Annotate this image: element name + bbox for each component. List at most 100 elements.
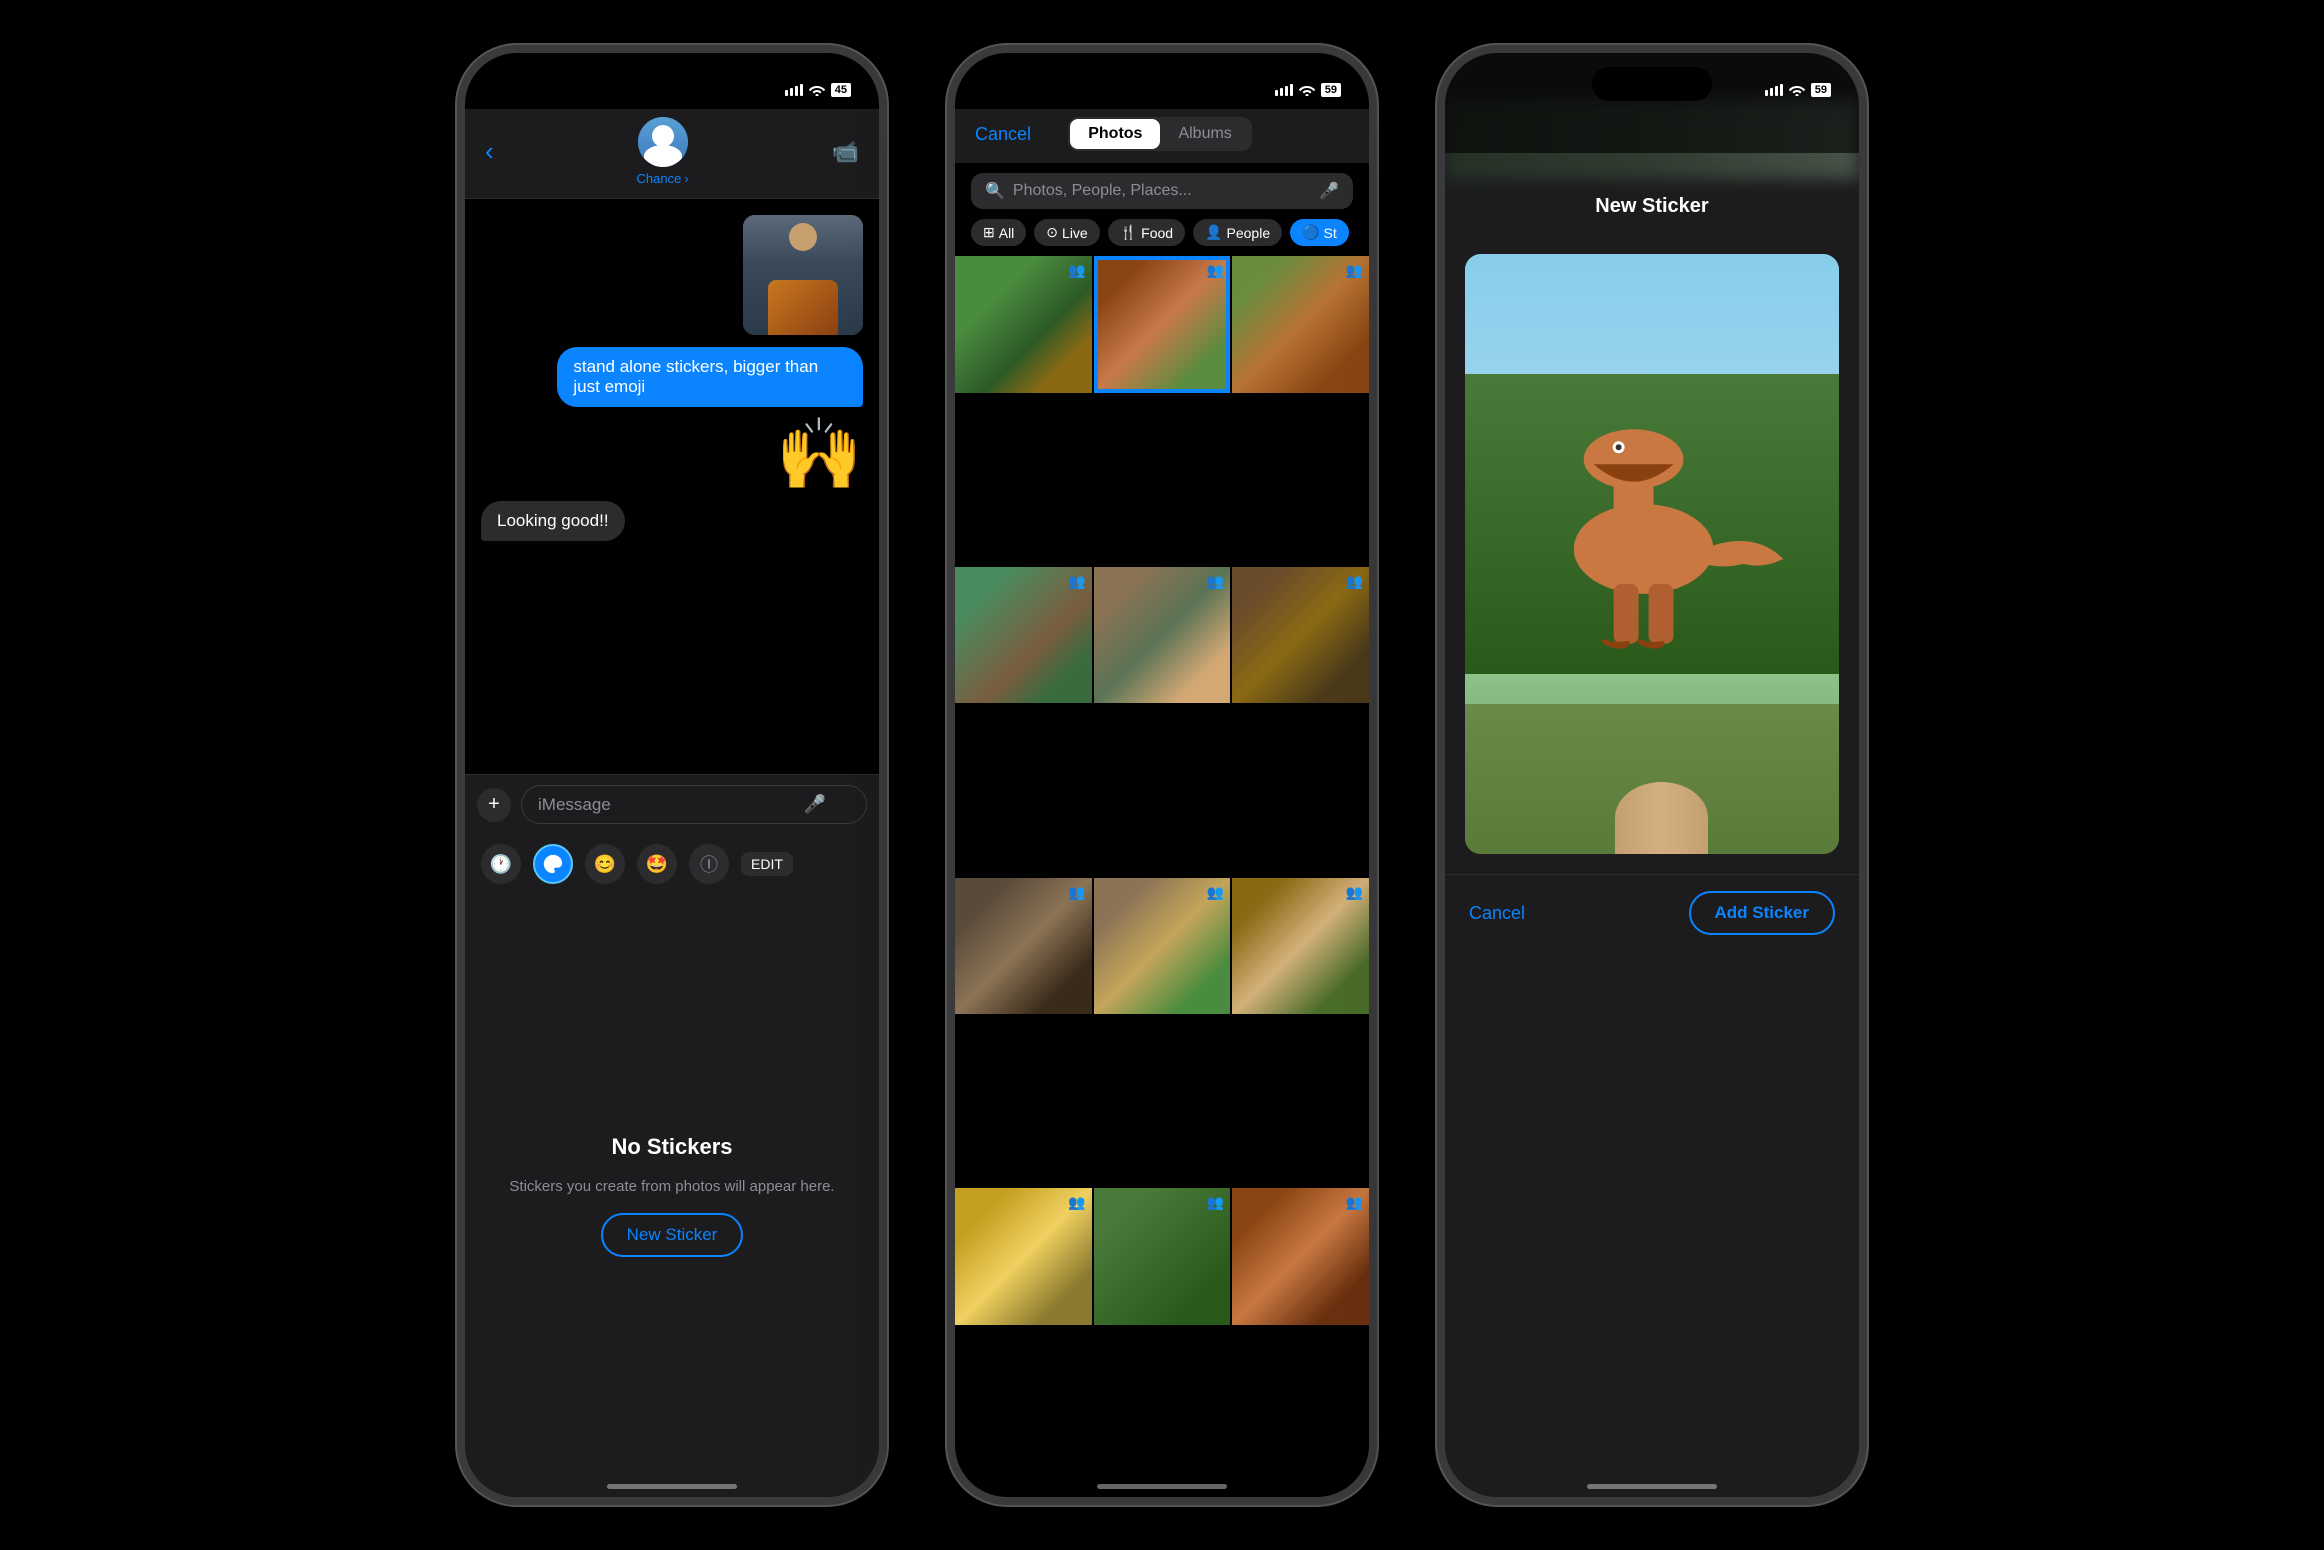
photo-cell-9[interactable]: 👥 (1232, 878, 1369, 1015)
people-badge-4: 👥 (1068, 573, 1085, 590)
emoji-icon-btn[interactable]: 😊 (585, 844, 625, 884)
add-sticker-button[interactable]: Add Sticker (1689, 891, 1835, 935)
food-icon: 🍴 (1120, 224, 1137, 241)
photo-cell-5[interactable]: 👥 (1094, 567, 1231, 704)
appstore-icon-btn[interactable]: Ⓘ (689, 844, 729, 884)
signal-icon-3 (1765, 84, 1783, 96)
contact-avatar[interactable] (638, 117, 688, 167)
photo-cell-6[interactable]: 👥 (1232, 567, 1369, 704)
filter-people[interactable]: 👤 People (1193, 219, 1282, 246)
people-badge-5: 👥 (1207, 573, 1224, 590)
tab-albums[interactable]: Albums (1160, 119, 1249, 149)
people-badge-3: 👥 (1346, 262, 1363, 279)
photo-cell-11[interactable]: 👥 (1094, 1188, 1231, 1325)
tab-photos[interactable]: Photos (1070, 119, 1160, 149)
filter-stickers[interactable]: 🔵 St (1290, 219, 1349, 246)
people-badge-11: 👥 (1207, 1194, 1224, 1211)
photo-cell-8[interactable]: 👥 (1094, 878, 1231, 1015)
people-badge-9: 👥 (1346, 884, 1363, 901)
phone-1: 45 ‹ Chance › 📹 (457, 45, 887, 1505)
plus-button[interactable]: + (477, 788, 511, 822)
photo-grid: 👥 👥 👥 👥 👥 👥 👥 (955, 256, 1369, 1497)
filter-live[interactable]: ⊙ Live (1034, 219, 1099, 246)
phone2-screen: 59 Cancel Photos Albums 🔍 Photos, People… (955, 53, 1369, 1497)
home-indicator-1 (607, 1484, 737, 1489)
photo-cell-2[interactable]: 👥 (1094, 256, 1231, 393)
search-icon-2: 🔍 (985, 181, 1005, 201)
wifi-icon (809, 84, 825, 96)
all-icon: ⊞ (983, 224, 995, 241)
preview-cancel-button[interactable]: Cancel (1469, 903, 1525, 924)
memoji-icon-btn[interactable]: 🤩 (637, 844, 677, 884)
people-badge-1: 👥 (1068, 262, 1085, 279)
picker-cancel-button[interactable]: Cancel (975, 124, 1031, 145)
sticker-icon-btn[interactable] (533, 844, 573, 884)
chat-area: stand alone stickers, bigger than just e… (465, 199, 879, 774)
battery-3: 59 (1811, 83, 1831, 97)
no-stickers-desc: Stickers you create from photos will app… (509, 1176, 834, 1197)
raised-hands-sticker: 🙌 (776, 419, 863, 489)
preview-footer: Cancel Add Sticker (1445, 874, 1859, 965)
battery-2: 59 (1321, 83, 1341, 97)
phone1-screen: 45 ‹ Chance › 📹 (465, 53, 879, 1497)
people-icon: 👤 (1205, 224, 1222, 241)
filter-all[interactable]: ⊞ All (971, 219, 1026, 246)
mic-icon-2[interactable]: 🎤 (1319, 181, 1339, 201)
mic-icon[interactable]: 🎤 (804, 794, 826, 815)
sticker-icon (542, 853, 564, 875)
people-badge-6: 👥 (1346, 573, 1363, 590)
status-icons-3: 59 (1765, 83, 1831, 97)
message-input-field[interactable]: iMessage 🎤 (521, 785, 867, 824)
message-text-2: Looking good!! (497, 511, 609, 530)
battery-1: 45 (831, 83, 851, 97)
dynamic-island-1 (612, 67, 732, 101)
back-button[interactable]: ‹ (485, 136, 494, 167)
no-stickers-title: No Stickers (611, 1134, 732, 1160)
photo-cell-7[interactable]: 👥 (955, 878, 1092, 1015)
signal-icon-2 (1275, 84, 1293, 96)
live-label: Live (1062, 225, 1088, 241)
raised-hands-emoji: 🙌 (776, 419, 863, 489)
trex-scene (1465, 254, 1839, 854)
photo-cell-12[interactable]: 👥 (1232, 1188, 1369, 1325)
search-placeholder: Photos, People, Places... (1013, 182, 1192, 200)
people-badge-8: 👥 (1207, 884, 1224, 901)
message-text-1: stand alone stickers, bigger than just e… (573, 357, 818, 396)
picker-header: Cancel Photos Albums (955, 109, 1369, 163)
phone-2: 59 Cancel Photos Albums 🔍 Photos, People… (947, 45, 1377, 1505)
dynamic-island-3 (1592, 67, 1712, 101)
photo-cell-4[interactable]: 👥 (955, 567, 1092, 704)
status-icons-2: 59 (1275, 83, 1341, 97)
edit-button[interactable]: EDIT (741, 852, 793, 876)
preview-image-area (1465, 254, 1839, 854)
sticker-empty-area: No Stickers Stickers you create from pho… (465, 894, 879, 1497)
preview-header: New Sticker (1445, 179, 1859, 234)
wifi-icon-2 (1299, 84, 1315, 96)
status-icons-1: 45 (785, 83, 851, 97)
photo-cell-10[interactable]: 👥 (955, 1188, 1092, 1325)
contact-name[interactable]: Chance › (637, 171, 689, 186)
sticker-message (743, 215, 863, 335)
photo-cell-3[interactable]: 👥 (1232, 256, 1369, 393)
phone-3: 59 New Sticker (1437, 45, 1867, 1505)
people-badge-2: 👥 (1207, 262, 1224, 279)
filter-food[interactable]: 🍴 Food (1108, 219, 1185, 246)
new-sticker-button[interactable]: New Sticker (601, 1213, 744, 1257)
picker-tabs: Photos Albums (1068, 117, 1252, 151)
path (1615, 782, 1709, 854)
phone3-screen: 59 New Sticker (1445, 53, 1859, 1497)
stickers-icon: 🔵 (1302, 224, 1319, 241)
sticker-image (743, 215, 863, 335)
photo-search-bar[interactable]: 🔍 Photos, People, Places... 🎤 (971, 173, 1353, 209)
clock-icon-btn[interactable]: 🕐 (481, 844, 521, 884)
message-input-bar: + iMessage 🎤 (465, 774, 879, 834)
filter-pills: ⊞ All ⊙ Live 🍴 Food 👤 People 🔵 St (955, 219, 1369, 256)
message-bubble-1: stand alone stickers, bigger than just e… (557, 347, 863, 407)
phones-container: 45 ‹ Chance › 📹 (0, 0, 2324, 1550)
video-call-button[interactable]: 📹 (832, 139, 859, 165)
all-label: All (999, 225, 1015, 241)
photo-cell-1[interactable]: 👥 (955, 256, 1092, 393)
avatar-image (638, 117, 688, 167)
people-badge-10: 👥 (1068, 1194, 1085, 1211)
signal-icon (785, 84, 803, 96)
